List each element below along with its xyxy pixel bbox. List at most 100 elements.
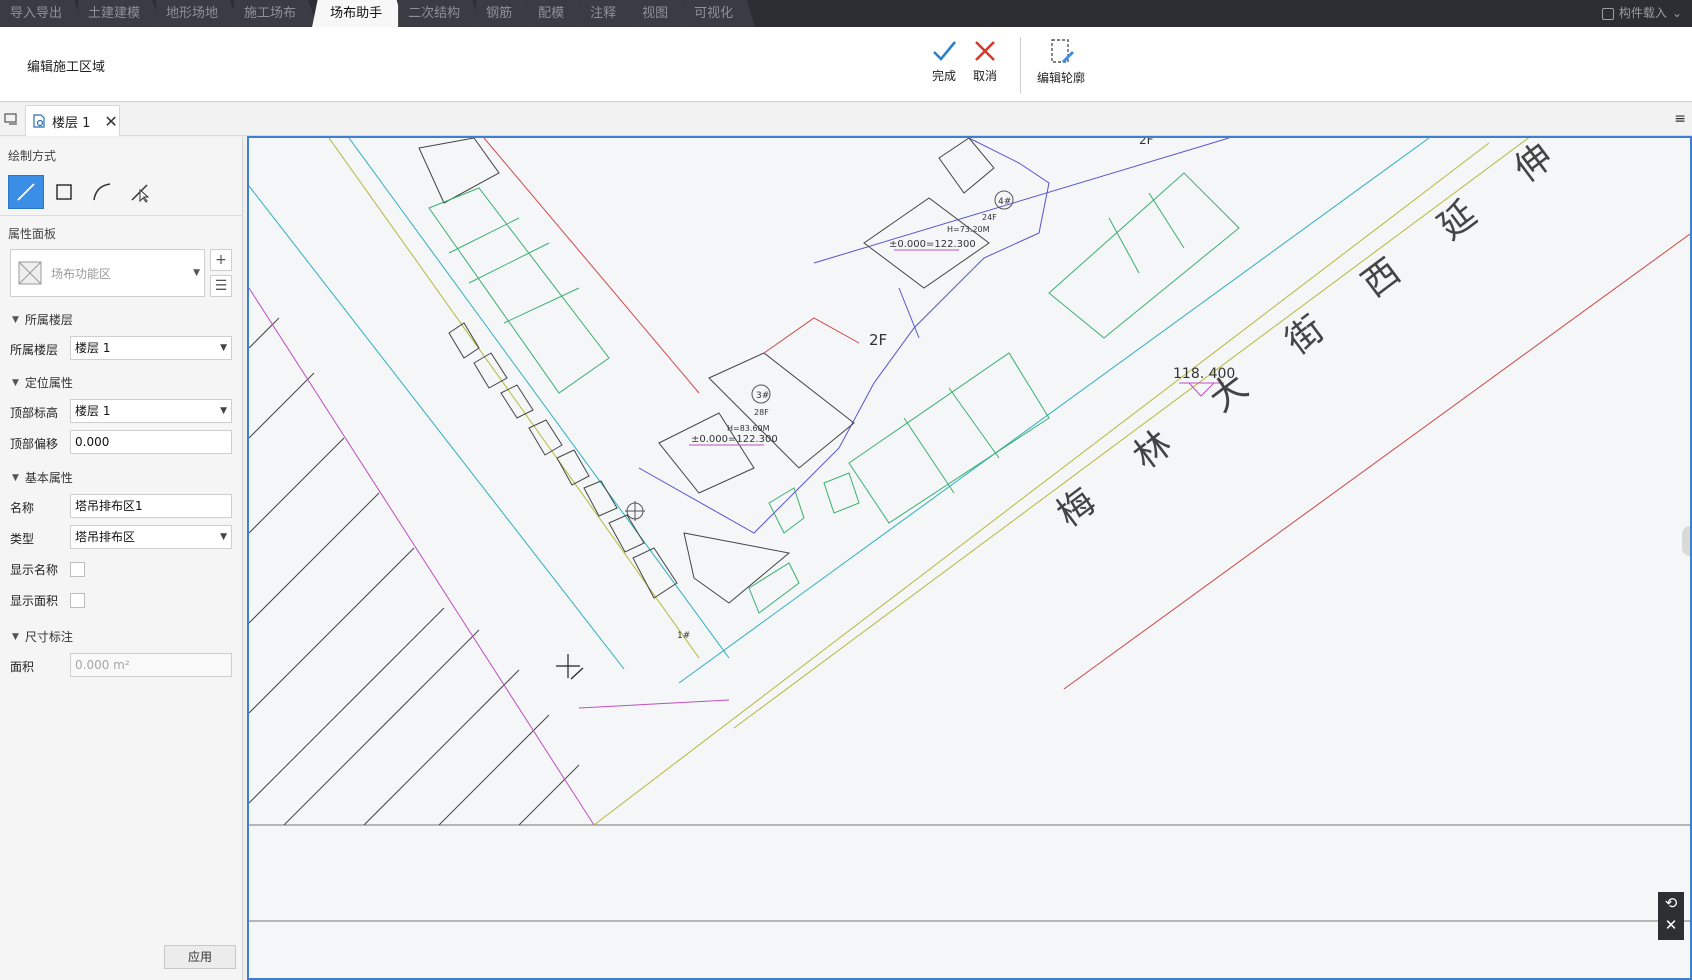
top-elevation-value: 楼层 1 [75, 404, 111, 418]
group-dimension-label: 尺寸标注 [24, 630, 73, 644]
pick-line-icon [131, 184, 150, 203]
show-area-checkbox[interactable] [70, 593, 85, 608]
group-floor[interactable]: ▼ 所属楼层 [12, 311, 73, 328]
group-position[interactable]: ▼ 定位属性 [12, 374, 73, 391]
arc-icon [93, 183, 111, 201]
list-icon[interactable]: ☰ [210, 275, 232, 297]
component-load-button[interactable]: 构件载入 ⌄ [1601, 0, 1682, 27]
tab-view[interactable]: 视图 [632, 0, 691, 27]
chevron-down-icon: ▼ [12, 314, 19, 325]
floors-24f-label: 24F [982, 213, 997, 222]
draw-method-title: 绘制方式 [8, 149, 57, 163]
floor-label: 所属楼层 [10, 343, 59, 357]
side-collapse-handle[interactable] [1682, 526, 1690, 556]
group-floor-label: 所属楼层 [24, 313, 73, 327]
floors-28f-label: 28F [754, 408, 769, 417]
rectangle-icon [56, 184, 72, 200]
drawing-canvas[interactable]: 梅 林 大 街 西 延 伸 段 118. 400 2F 2F 4# 3# 24F… [247, 136, 1692, 980]
site-area-icon [18, 261, 42, 285]
show-name-checkbox[interactable] [70, 562, 85, 577]
type-value: 塔吊排布区 [75, 530, 136, 544]
chevron-down-icon: ▼ [220, 406, 227, 416]
tab-formwork[interactable]: 配模 [528, 0, 587, 27]
height-3-label: H=83.60M [727, 424, 770, 433]
finish-label: 完成 [931, 69, 956, 83]
pick-tool[interactable] [122, 175, 158, 209]
window-icon[interactable] [4, 113, 18, 125]
arc-tool[interactable] [84, 175, 120, 209]
building-4-label: 4# [998, 197, 1011, 207]
chevron-down-icon: ⌄ [1671, 6, 1682, 20]
chevron-down-icon: ▼ [193, 268, 200, 278]
doc-tab-floor-1[interactable]: 楼层 1 ✕ [25, 105, 120, 136]
tab-import-export[interactable]: 导入导出 [0, 0, 85, 27]
document-icon [33, 114, 45, 128]
close-icon [975, 41, 995, 61]
view-controls: ⟲ ✕ [1658, 892, 1684, 940]
floor-2f-top-label: 2F [1139, 138, 1154, 147]
line-tool[interactable] [8, 175, 44, 209]
doc-tab-label: 楼层 1 [52, 115, 91, 131]
tab-civil-modeling[interactable]: 土建建模 [78, 0, 163, 27]
close-icon[interactable]: ✕ [1658, 914, 1684, 936]
group-basic-label: 基本属性 [24, 471, 73, 485]
tab-site-assistant[interactable]: 场布助手 [312, 0, 405, 27]
type-select[interactable]: 塔吊排布区 ▼ [70, 525, 232, 549]
load-icon [1601, 7, 1614, 20]
edit-outline-icon [1051, 39, 1074, 63]
name-label: 名称 [10, 501, 35, 515]
load-label: 构件载入 [1618, 6, 1667, 20]
tab-site-layout[interactable]: 施工场布 [234, 0, 319, 27]
component-type-select[interactable]: 场布功能区 ▼ [10, 249, 205, 297]
rectangle-tool[interactable] [46, 175, 82, 209]
divider [0, 215, 243, 216]
top-tabs: 导入导出 土建建模 地形场地 施工场布 场布助手 二次结构 钢筋 配模 注释 视… [0, 0, 756, 27]
edit-outline-button[interactable]: 编辑轮廓 [1030, 37, 1092, 86]
chevron-down-icon: ▼ [220, 532, 227, 542]
top-elevation-select[interactable]: 楼层 1 ▼ [70, 399, 232, 423]
line-icon [17, 183, 35, 201]
component-type-placeholder: 场布功能区 [51, 266, 112, 281]
name-input[interactable]: 塔吊排布区1 [70, 494, 232, 518]
site-plan-drawing[interactable]: 梅 林 大 街 西 延 伸 段 118. 400 2F 2F 4# 3# 24F… [249, 138, 1690, 978]
floor-2f-label: 2F [869, 331, 887, 349]
tab-terrain-site[interactable]: 地形场地 [156, 0, 241, 27]
top-offset-input[interactable]: 0.000 [70, 430, 232, 454]
top-tab-bar: 导入导出 土建建模 地形场地 施工场布 场布助手 二次结构 钢筋 配模 注释 视… [0, 0, 1692, 27]
group-dimension[interactable]: ▼ 尺寸标注 [12, 628, 73, 645]
add-icon[interactable]: + [210, 249, 232, 271]
chevron-down-icon: ▼ [12, 631, 19, 642]
chevron-down-icon: ▼ [12, 377, 19, 388]
street-name-label: 梅 林 大 街 西 延 伸 段 [1050, 138, 1656, 535]
tab-visualization[interactable]: 可视化 [684, 0, 756, 27]
ribbon-title: 编辑施工区域 [27, 60, 106, 75]
type-label: 类型 [10, 532, 35, 546]
cancel-button[interactable]: 取消 [963, 37, 1007, 84]
top-offset-label: 顶部偏移 [10, 437, 59, 451]
finish-button[interactable]: 完成 [922, 37, 966, 84]
group-position-label: 定位属性 [24, 376, 73, 390]
edit-outline-label: 编辑轮廓 [1036, 71, 1085, 85]
tower-1-label: 1# [677, 631, 690, 641]
chevron-down-icon: ▼ [220, 343, 227, 353]
tab-secondary-structure[interactable]: 二次结构 [398, 0, 483, 27]
ribbon: 编辑施工区域 完成 取消 编辑轮廓 [0, 27, 1692, 102]
property-side-panel: 绘制方式 属性面板 场布功能区 ▼ + ☰ ▼ 所属楼层 所属楼层 楼层 1 ▼ ▼… [0, 137, 243, 980]
group-basic[interactable]: ▼ 基本属性 [12, 469, 73, 486]
tab-annotation[interactable]: 注释 [580, 0, 639, 27]
elevation-3-label: ±0.000=122.300 [691, 434, 778, 445]
area-label: 面积 [10, 660, 35, 674]
height-4-label: H=73.20M [947, 225, 990, 234]
document-tab-strip: 楼层 1 ✕ ≡ [0, 103, 1692, 136]
apply-button[interactable]: 应用 [164, 945, 236, 969]
tab-rebar[interactable]: 钢筋 [476, 0, 535, 27]
reset-view-icon[interactable]: ⟲ [1658, 892, 1684, 914]
building-3-label: 3# [756, 391, 769, 401]
property-panel-title: 属性面板 [8, 227, 57, 241]
menu-icon[interactable]: ≡ [1674, 111, 1686, 127]
close-icon[interactable]: ✕ [104, 112, 117, 131]
elevation-4-label: ±0.000=122.300 [889, 239, 976, 250]
ribbon-separator [1020, 37, 1021, 93]
floor-select[interactable]: 楼层 1 ▼ [70, 336, 232, 360]
level-mark-label: 118. 400 [1173, 366, 1235, 382]
